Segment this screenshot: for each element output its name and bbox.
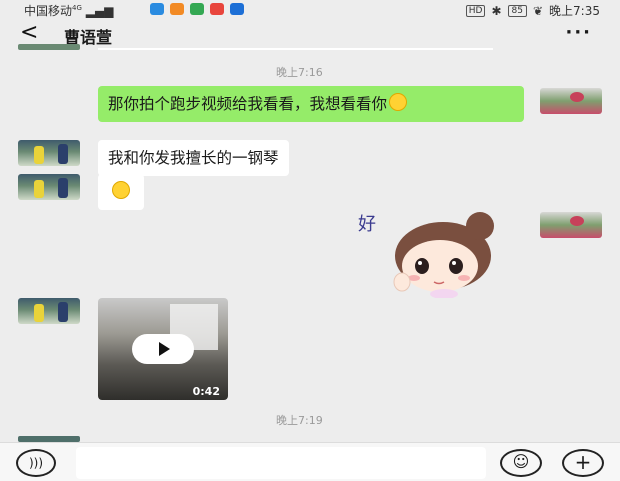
- app-notification-icon: [230, 3, 244, 15]
- avatar[interactable]: [18, 174, 80, 200]
- bluetooth-icon: ✱: [491, 3, 502, 18]
- app-notification-icon: [170, 3, 184, 15]
- message-bubble[interactable]: 那你拍个跑步视频给我看看，我想看看你: [98, 86, 524, 122]
- battery-icon: 85: [507, 4, 527, 17]
- message-bubble[interactable]: [98, 174, 144, 210]
- status-time: 晚上7:35: [549, 4, 600, 18]
- smile-emoji-icon: [112, 181, 130, 199]
- hd-icon: HD: [465, 4, 486, 17]
- plus-icon[interactable]: +: [562, 449, 604, 477]
- notification-icons: [150, 3, 244, 15]
- chat-header: < 曹语萱 ···: [0, 18, 620, 52]
- video-message[interactable]: 0:42: [98, 298, 228, 400]
- app-notification-icon: [210, 3, 224, 15]
- girl-sticker[interactable]: 好: [358, 208, 508, 298]
- more-icon[interactable]: ···: [565, 22, 592, 43]
- app-notification-icon: [150, 3, 164, 15]
- timestamp: 晚上7:16: [276, 66, 323, 79]
- app-notification-icon: [190, 3, 204, 15]
- avatar[interactable]: [540, 88, 602, 114]
- leaf-icon: ❦: [532, 3, 544, 18]
- message-bubble[interactable]: 我和你发我擅长的一钢琴: [98, 140, 289, 176]
- avatar[interactable]: [18, 140, 80, 166]
- emoji-icon[interactable]: ☺: [500, 449, 542, 477]
- input-bar: ))) ☺ +: [0, 442, 620, 481]
- chevron-left-icon[interactable]: <: [20, 20, 38, 45]
- smile-emoji-icon: [389, 93, 408, 111]
- carrier-label: 中国移动4G ▂▄▆: [24, 4, 114, 18]
- status-bar: 中国移动4G ▂▄▆ HD ✱ 85 ❦ 晚上7:35: [0, 0, 620, 18]
- avatar[interactable]: [18, 44, 80, 50]
- avatar[interactable]: [540, 212, 602, 238]
- voice-icon[interactable]: ))): [16, 449, 56, 477]
- timestamp: 晚上7:19: [276, 414, 323, 427]
- message-text: 那你拍个跑步视频给我看看，我想看看你: [108, 95, 388, 113]
- video-duration: 0:42: [192, 385, 220, 398]
- play-icon[interactable]: [132, 334, 194, 364]
- sticker-text: 好: [358, 214, 376, 235]
- avatar[interactable]: [18, 298, 80, 324]
- previous-message-edge: [98, 48, 493, 50]
- message-text: 我和你发我擅长的一钢琴: [108, 149, 279, 167]
- message-input[interactable]: [76, 447, 486, 479]
